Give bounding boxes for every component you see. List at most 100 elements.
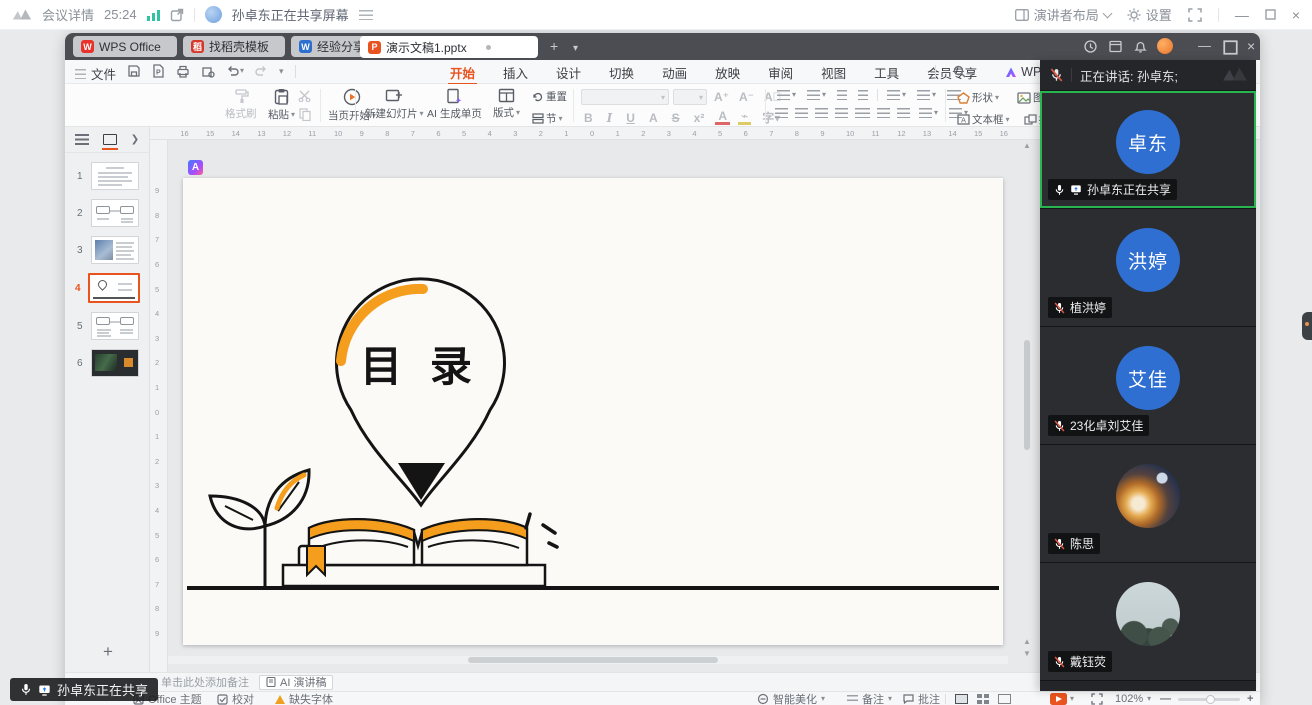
slide-sorter-view-button[interactable] <box>977 694 989 704</box>
decrease-font-button[interactable]: A⁻ <box>736 90 757 104</box>
ai-generate-page-button[interactable]: AI 生成单页 <box>427 88 482 121</box>
open-external-icon[interactable] <box>170 8 184 22</box>
font-size-select[interactable]: ▾ <box>673 89 707 105</box>
settings-button[interactable]: 设置 <box>1127 5 1172 24</box>
increase-indent-button[interactable] <box>856 89 870 101</box>
maximize-button[interactable] <box>1265 9 1276 20</box>
print-icon[interactable] <box>176 65 190 78</box>
proofing-button[interactable]: 校对 <box>217 692 254 705</box>
textbox-button[interactable]: A文本框▾ <box>955 111 1012 128</box>
meeting-detail-button[interactable]: 会议详情 <box>42 5 94 24</box>
zoom-slider-thumb[interactable] <box>1206 695 1215 704</box>
zoom-out-button[interactable]: — <box>1160 693 1171 705</box>
tab-tools[interactable]: 工具 <box>872 60 901 85</box>
slide-thumbnail-3[interactable]: 3 <box>91 236 139 264</box>
cut-icon[interactable] <box>298 90 311 102</box>
comments-button[interactable]: 批注 <box>903 692 940 705</box>
scroll-up-icon[interactable]: ▲ <box>1023 142 1031 150</box>
increase-font-button[interactable]: A⁺ <box>711 90 732 104</box>
tab-list-chevron[interactable]: ▾ <box>573 41 578 57</box>
section-button[interactable]: 节▾ <box>530 110 569 127</box>
play-options-chevron[interactable]: ▾ <box>1070 695 1074 703</box>
distribute-button[interactable] <box>855 108 870 118</box>
normal-view-button[interactable] <box>955 694 968 704</box>
justify-button[interactable] <box>835 108 848 118</box>
numbering-button[interactable]: ▾ <box>805 89 828 101</box>
redo-button[interactable] <box>255 65 268 77</box>
paste-button[interactable]: 粘贴▾ <box>268 88 295 122</box>
tab-slideshow[interactable]: 放映 <box>713 60 742 85</box>
zoom-in-button[interactable]: + <box>1247 693 1253 705</box>
align-left-button[interactable] <box>775 108 788 118</box>
undo-button[interactable]: ▾ <box>226 65 244 77</box>
next-slide-icon[interactable]: ▼ <box>1023 650 1031 658</box>
text-direction-button[interactable]: ▾ <box>885 89 908 101</box>
wps-close-button[interactable]: × <box>1247 38 1255 54</box>
search-icon[interactable] <box>953 65 966 78</box>
quickbar-chevron[interactable]: ▾ <box>279 67 284 75</box>
horizontal-scrollbar[interactable] <box>168 656 1008 664</box>
tab-home[interactable]: 开始 <box>448 60 477 85</box>
tab-insert[interactable]: 插入 <box>501 60 530 85</box>
save-icon[interactable] <box>127 64 141 78</box>
align-right-button[interactable] <box>815 108 828 118</box>
outline-view-icon[interactable] <box>75 134 89 145</box>
decrease-indent-button[interactable] <box>835 89 849 101</box>
shape-button[interactable]: 形状▾ <box>955 89 1001 106</box>
print-preview-icon[interactable] <box>201 65 215 78</box>
format-painter-button[interactable]: 格式刷 <box>225 88 257 121</box>
horizontal-scroll-thumb[interactable] <box>468 657 718 663</box>
superscript-button[interactable]: x² <box>691 111 708 125</box>
panel-expand-icon[interactable]: ❯ <box>131 134 139 145</box>
banner-menu-icon[interactable] <box>359 10 373 20</box>
indent-left-button[interactable] <box>897 108 910 118</box>
notes-hint[interactable]: 单击此处添加备注 <box>161 674 249 690</box>
smart-beautify-button[interactable]: 智能美化▾ <box>757 692 825 705</box>
underline-button[interactable]: U <box>623 111 638 125</box>
slide-view-icon[interactable] <box>103 134 117 145</box>
fit-slide-button[interactable] <box>1091 692 1103 705</box>
columns-button[interactable] <box>877 108 890 118</box>
wps-ai-float-icon[interactable]: A <box>188 160 203 175</box>
fullscreen-icon[interactable] <box>1188 8 1202 22</box>
font-family-select[interactable]: ▾ <box>581 89 669 105</box>
floating-window-handle[interactable] <box>1302 312 1312 340</box>
tab-wps-office[interactable]: W WPS Office <box>73 36 177 57</box>
vertical-scrollbar[interactable]: ▲ ▲ ▼ <box>1022 140 1032 672</box>
export-pdf-icon[interactable]: P <box>152 64 165 78</box>
tab-design[interactable]: 设计 <box>554 60 583 85</box>
tab-docer-templates[interactable]: 稻 找稻壳模板 <box>183 36 285 57</box>
line-spacing-button[interactable]: ▾ <box>915 89 938 101</box>
align-center-button[interactable] <box>795 108 808 118</box>
sharing-status-badge[interactable]: 孙卓东正在共享 <box>10 678 158 701</box>
font-color-button[interactable]: A <box>715 111 730 125</box>
participant-tile-chen-si[interactable]: 陈思 <box>1040 445 1256 563</box>
layout-button[interactable]: 版式▾ <box>493 88 520 120</box>
add-slide-button[interactable]: + <box>103 642 113 662</box>
participant-tile-liu-aijia[interactable]: 艾佳 23化卓刘艾佳 <box>1040 327 1256 445</box>
participant-tile-zhi-hongting[interactable]: 洪婷 植洪婷 <box>1040 209 1256 327</box>
ai-script-button[interactable]: AI 演讲稿 <box>259 675 333 690</box>
missing-font-warning[interactable]: 缺失字体 <box>275 692 333 705</box>
file-menu-button[interactable]: 文件 <box>75 64 116 83</box>
slide-page[interactable]: 目 录 <box>183 178 1003 645</box>
bold-button[interactable]: B <box>581 111 596 125</box>
italic-button[interactable]: I <box>604 111 616 125</box>
text-effect-button[interactable]: A <box>646 111 661 125</box>
tab-view[interactable]: 视图 <box>819 60 848 85</box>
slide-thumbnail-4-selected[interactable]: 4 <box>88 273 140 303</box>
prev-slide-icon[interactable]: ▲ <box>1023 638 1031 646</box>
notes-button[interactable]: 备注▾ <box>847 692 892 705</box>
participant-tile-dai-yuying[interactable]: 戴钰荧 <box>1040 563 1256 681</box>
new-tab-button[interactable]: + <box>550 38 558 54</box>
tab-animations[interactable]: 动画 <box>660 60 689 85</box>
zoom-level[interactable]: 102%▾ <box>1115 692 1151 705</box>
mic-muted-icon[interactable] <box>1050 68 1063 82</box>
reading-view-button[interactable] <box>998 694 1011 704</box>
paragraph-spacing-button[interactable]: ▾ <box>917 107 940 119</box>
slide-thumbnail-1[interactable]: 1 <box>91 162 139 190</box>
participant-tile-sun-zhuodong[interactable]: 卓东 孙卓东正在共享 <box>1040 91 1256 209</box>
wps-minimize-button[interactable]: — <box>1198 38 1211 54</box>
vertical-scroll-thumb[interactable] <box>1024 340 1030 450</box>
speaker-layout-button[interactable]: 演讲者布局 <box>1015 5 1111 24</box>
